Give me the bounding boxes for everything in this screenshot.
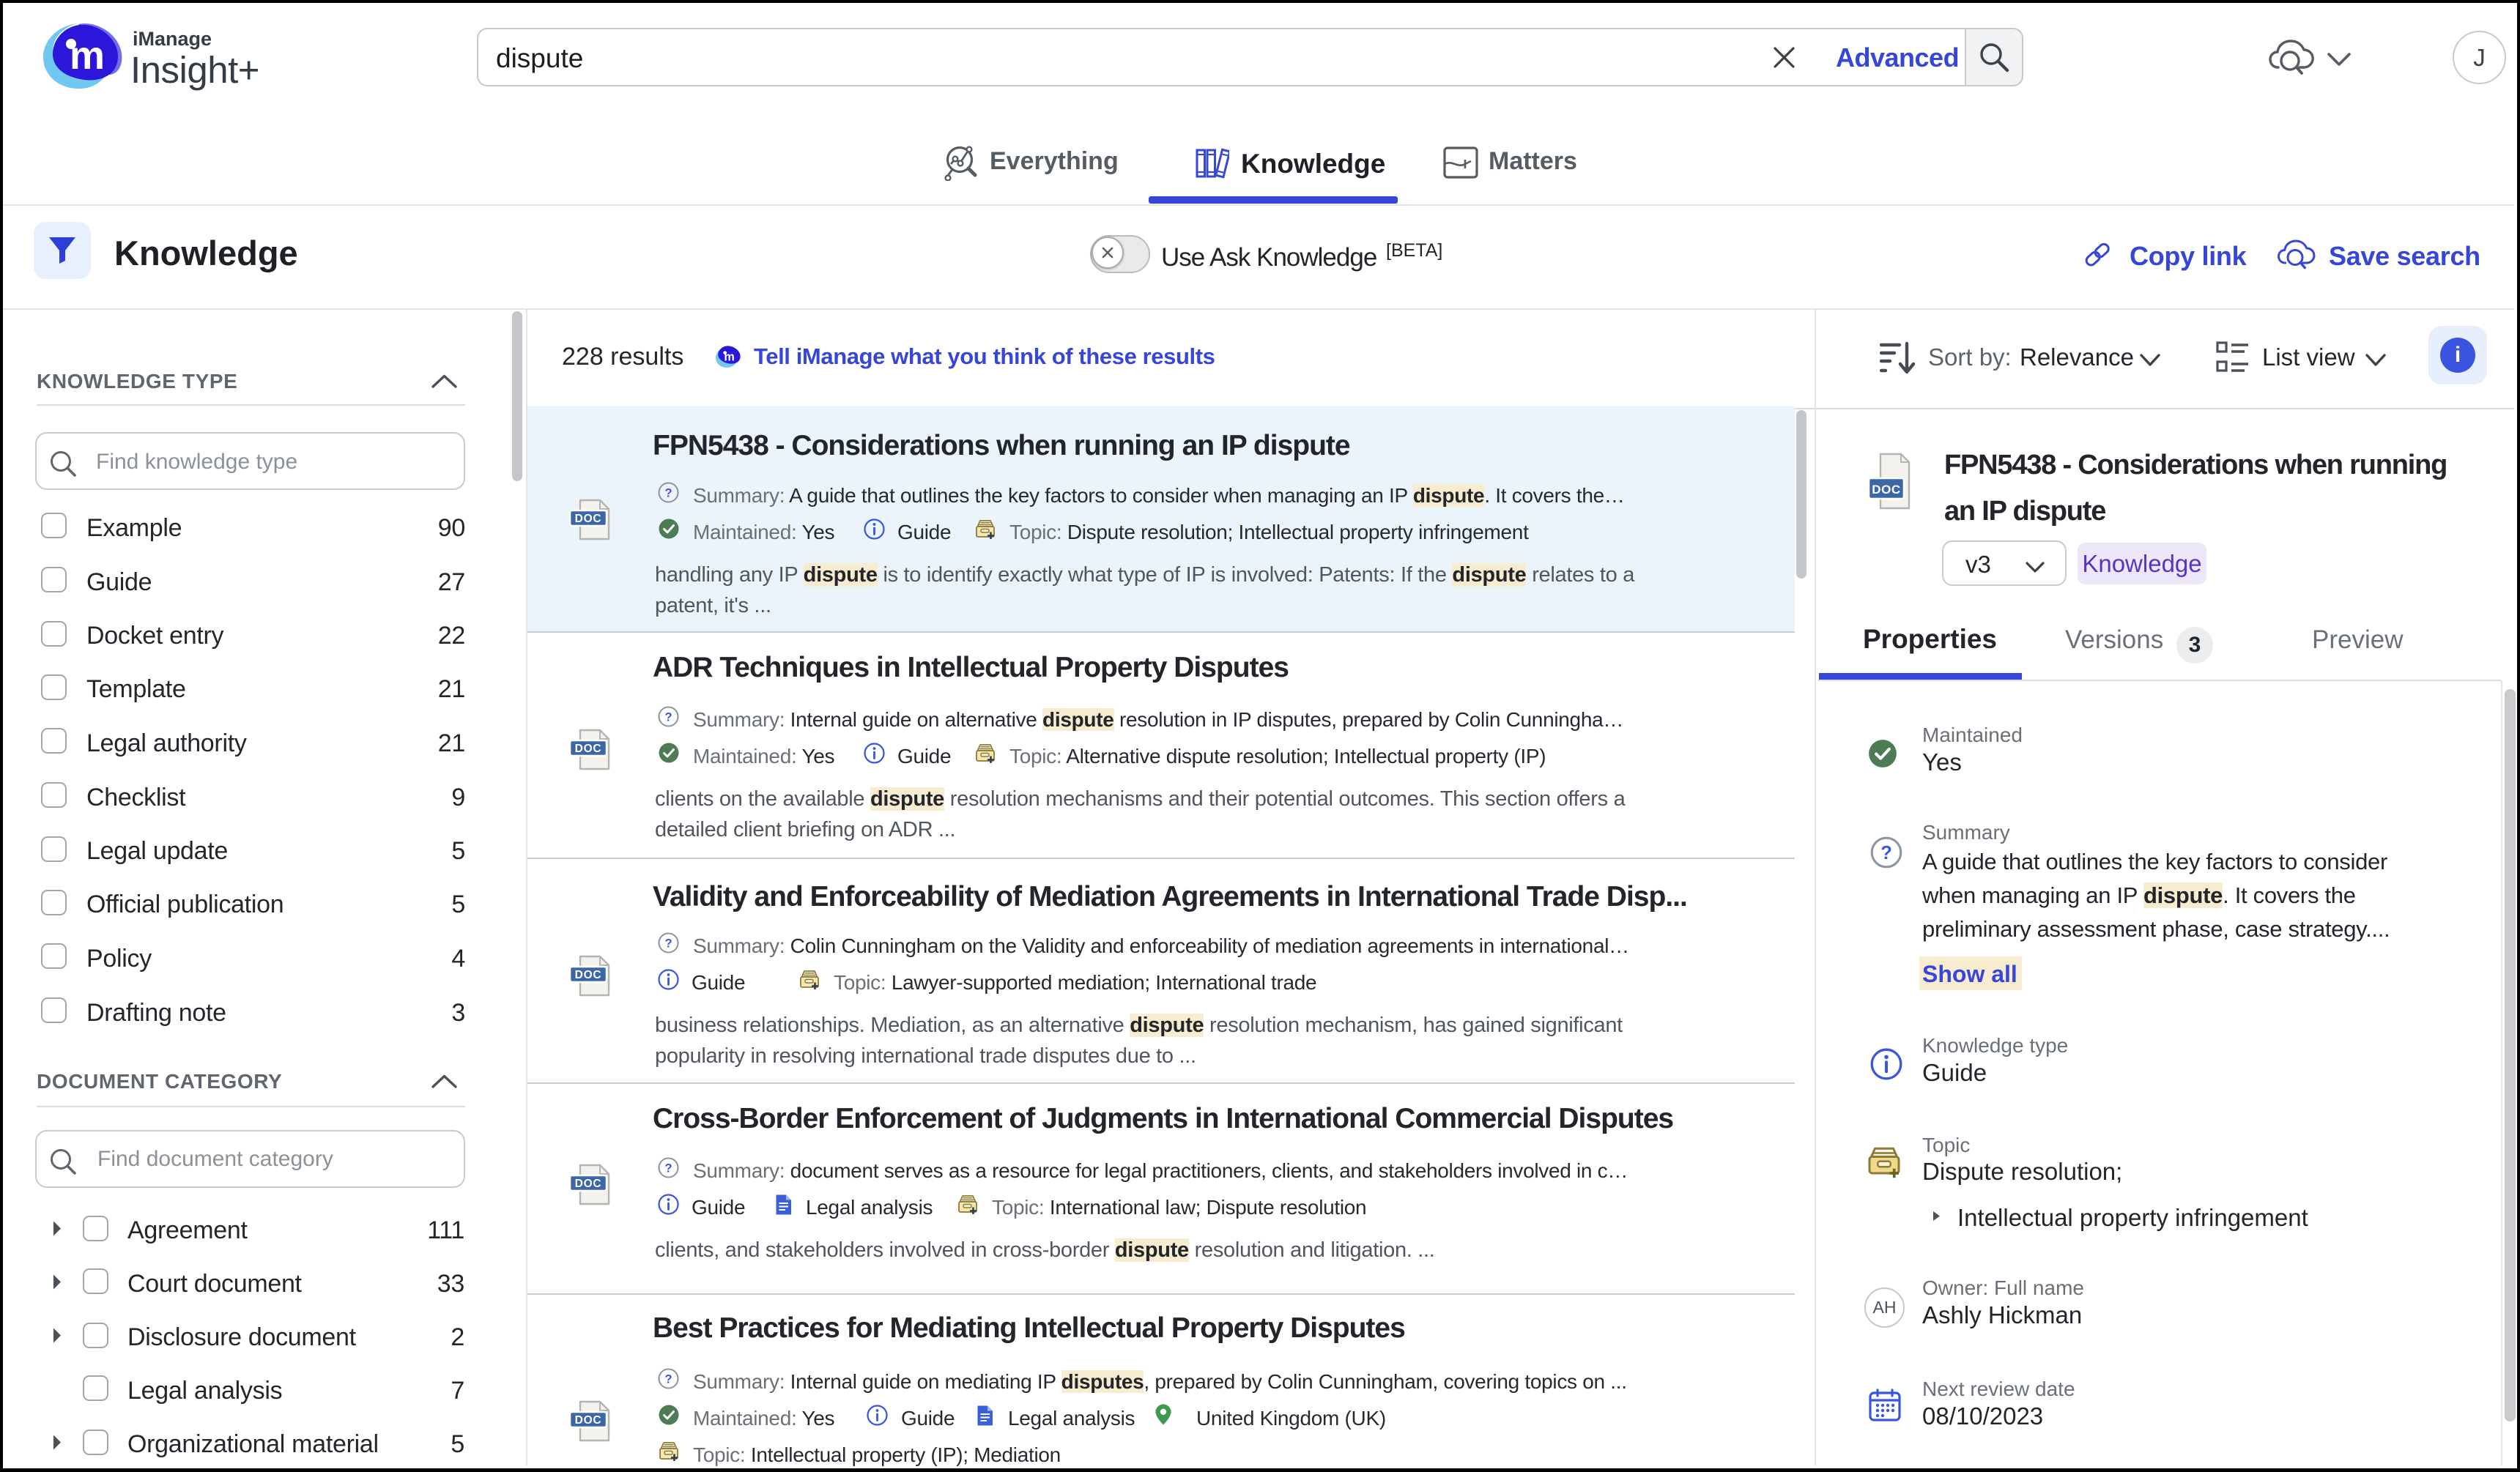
svg-text:DOC: DOC — [575, 969, 602, 981]
svg-text:?: ? — [664, 711, 672, 724]
svg-text:DOC: DOC — [575, 513, 602, 525]
svg-text:?: ? — [664, 487, 672, 500]
svg-text:DOC: DOC — [575, 1414, 602, 1427]
svg-text:m: m — [70, 34, 105, 78]
svg-text:?: ? — [1880, 843, 1892, 863]
svg-text:m: m — [724, 351, 734, 364]
svg-text:?: ? — [664, 1373, 672, 1386]
svg-text:DOC: DOC — [575, 743, 602, 755]
svg-text:?: ? — [664, 1162, 672, 1175]
svg-text:DOC: DOC — [1872, 483, 1901, 497]
svg-text:?: ? — [664, 937, 672, 951]
svg-text:DOC: DOC — [575, 1178, 602, 1190]
